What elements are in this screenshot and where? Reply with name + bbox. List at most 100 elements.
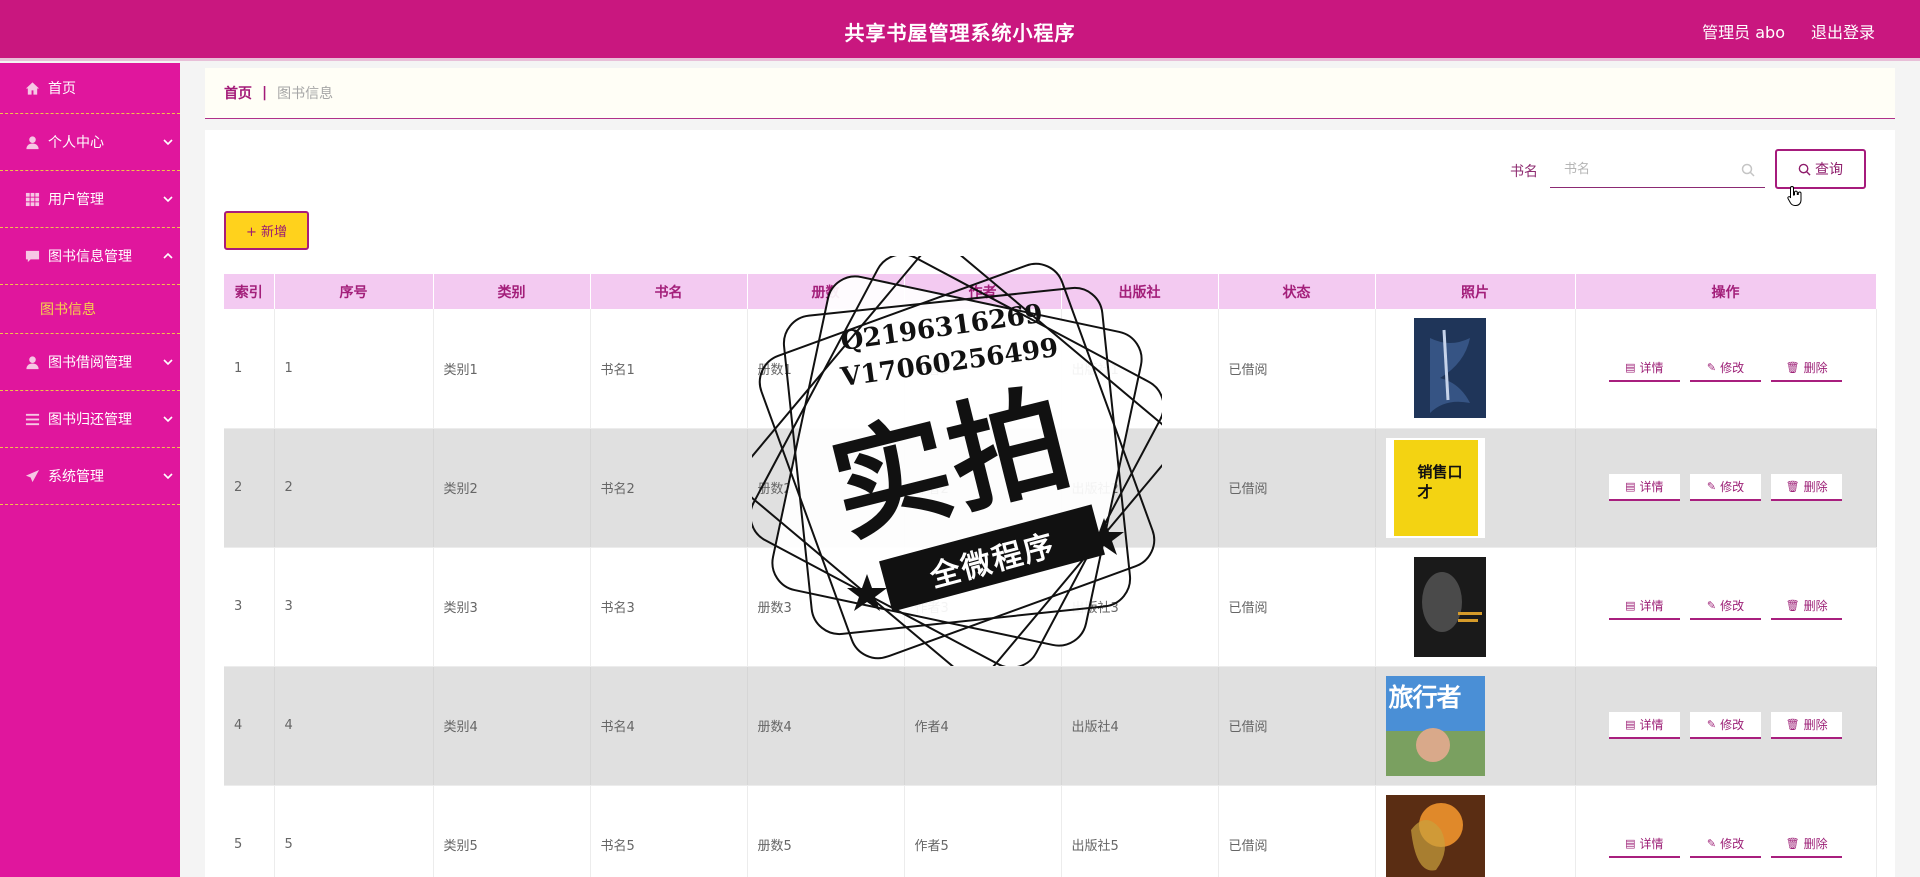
document-icon: ▤: [1625, 837, 1636, 850]
search-field: [1550, 151, 1765, 188]
delete-button[interactable]: 🗑 删除: [1771, 593, 1843, 620]
delete-button[interactable]: 🗑 删除: [1771, 712, 1843, 739]
list-icon: [24, 411, 40, 427]
cell-status: 已借阅: [1218, 428, 1376, 548]
sidebar-subitem-book-info[interactable]: 图书信息: [0, 285, 180, 334]
trash-icon: 🗑: [1785, 599, 1800, 612]
logout-button[interactable]: 退出登录: [1811, 19, 1875, 43]
cell-actions: ▤ 详情 ✎ 修改 🗑 删除: [1575, 547, 1877, 667]
cell-author: 作者4: [904, 666, 1062, 786]
column-header: 册数: [747, 274, 905, 309]
cell-no: 3: [274, 547, 434, 667]
cell-category: 类别2: [433, 428, 591, 548]
send-icon: [24, 468, 40, 484]
edit-button[interactable]: ✎ 修改: [1690, 831, 1761, 858]
edit-button[interactable]: ✎ 修改: [1690, 712, 1761, 739]
cell-author: 作者1: [904, 309, 1062, 429]
cell-publisher: 出版社3: [1061, 547, 1219, 667]
book-cover-image: [1413, 556, 1486, 657]
column-header: 状态: [1218, 274, 1376, 309]
sidebar-item-system-management[interactable]: 系统管理: [0, 448, 180, 505]
cell-actions: ▤ 详情 ✎ 修改 🗑 删除: [1575, 309, 1877, 429]
detail-button[interactable]: ▤ 详情: [1608, 712, 1680, 739]
cell-status: 已借阅: [1218, 547, 1376, 667]
cell-index: 1: [224, 309, 275, 429]
column-header: 操作: [1575, 274, 1877, 309]
cover-title: 旅行者: [1388, 682, 1462, 712]
cell-index: 2: [224, 428, 275, 548]
top-header: 共享书屋管理系统小程序 管理员 abo 退出登录: [0, 0, 1920, 61]
cell-category: 类别5: [433, 785, 591, 877]
delete-label: 删除: [1803, 360, 1828, 375]
cell-count: 册数4: [747, 666, 905, 786]
hand-cursor-icon: [1787, 185, 1802, 206]
app-title: 共享书屋管理系统小程序: [844, 21, 1076, 45]
cell-publisher: 出版社5: [1061, 785, 1219, 877]
table-row: 4 4 类别4 书名4 册数4 作者4 出版社4 已借阅 旅行者 ▤ 详情 ✎ 修改…: [224, 666, 1877, 786]
pencil-icon: ✎: [1706, 599, 1717, 612]
search-button[interactable]: 查询: [1775, 149, 1866, 189]
cell-name: 书名1: [590, 309, 748, 429]
cell-actions: ▤ 详情 ✎ 修改 🗑 删除: [1575, 428, 1877, 548]
column-header: 书名: [590, 274, 748, 309]
table-row: 2 2 类别2 书名2 册数2 作者2 出版社2 已借阅 销售口才 ▤ 详情 ✎ 修…: [224, 428, 1877, 548]
cell-index: 4: [224, 666, 275, 786]
delete-button[interactable]: 🗑 删除: [1771, 354, 1843, 382]
sidebar-item-return-management[interactable]: 图书归还管理: [0, 391, 180, 448]
detail-button[interactable]: ▤ 详情: [1608, 354, 1680, 382]
pencil-icon: ✎: [1706, 718, 1717, 731]
document-icon: ▤: [1625, 599, 1636, 612]
search-icon: [1798, 163, 1811, 176]
cell-status: 已借阅: [1218, 785, 1376, 877]
column-header: 类别: [433, 274, 591, 309]
sidebar-item-label: 图书借阅管理: [48, 355, 132, 371]
sidebar-item-user-management[interactable]: 用户管理: [0, 171, 180, 228]
detail-label: 详情: [1639, 837, 1664, 851]
delete-button[interactable]: 🗑 删除: [1771, 831, 1843, 858]
delete-label: 删除: [1803, 599, 1828, 613]
search-icon: [1741, 162, 1755, 177]
detail-button[interactable]: ▤ 详情: [1608, 831, 1680, 858]
edit-label: 修改: [1720, 599, 1745, 613]
edit-label: 修改: [1720, 837, 1745, 851]
sidebar-item-book-info-management[interactable]: 图书信息管理: [0, 228, 180, 285]
detail-button[interactable]: ▤ 详情: [1608, 474, 1680, 501]
cell-category: 类别1: [433, 309, 591, 429]
edit-button[interactable]: ✎ 修改: [1690, 474, 1761, 501]
chevron-down-icon: [162, 136, 174, 148]
edit-button[interactable]: ✎ 修改: [1690, 593, 1761, 620]
edit-button[interactable]: ✎ 修改: [1690, 354, 1761, 382]
cell-count: 册数1: [747, 309, 905, 429]
search-input[interactable]: [1550, 151, 1730, 187]
breadcrumb-home[interactable]: 首页: [224, 83, 252, 103]
sidebar-item-personal-center[interactable]: 个人中心: [0, 114, 180, 171]
add-button[interactable]: + 新增: [224, 211, 309, 250]
detail-label: 详情: [1639, 718, 1664, 732]
document-icon: ▤: [1625, 718, 1636, 731]
sidebar-item-borrow-management[interactable]: 图书借阅管理: [0, 334, 180, 391]
cell-category: 类别4: [433, 666, 591, 786]
table-row: 1 1 类别1 书名1 册数1 作者1 出版社1 已借阅 ▤ 详情 ✎ 修改 🗑 删除: [224, 309, 1877, 429]
pencil-icon: ✎: [1706, 837, 1717, 850]
breadcrumb-separator: |: [262, 85, 268, 101]
cell-name: 书名3: [590, 547, 748, 667]
book-cover-image: [1413, 318, 1486, 419]
trash-icon: 🗑: [1785, 480, 1800, 493]
sidebar-item-home[interactable]: 首页: [0, 63, 180, 114]
chevron-up-icon: [162, 250, 174, 262]
edit-label: 修改: [1720, 480, 1745, 494]
grid-icon: [24, 191, 40, 207]
chevron-down-icon: [162, 356, 174, 368]
column-header: 索引: [224, 274, 275, 309]
detail-label: 详情: [1639, 599, 1664, 613]
sidebar-item-label: 图书信息管理: [48, 249, 132, 265]
cell-index: 3: [224, 547, 275, 667]
column-header: 作者: [904, 274, 1062, 309]
pencil-icon: ✎: [1706, 360, 1717, 374]
detail-label: 详情: [1639, 480, 1664, 494]
trash-icon: 🗑: [1785, 360, 1800, 374]
breadcrumb: 首页 | 图书信息: [205, 68, 1895, 119]
delete-button[interactable]: 🗑 删除: [1771, 474, 1843, 501]
cell-actions: ▤ 详情 ✎ 修改 🗑 删除: [1575, 785, 1877, 877]
detail-button[interactable]: ▤ 详情: [1608, 593, 1680, 620]
